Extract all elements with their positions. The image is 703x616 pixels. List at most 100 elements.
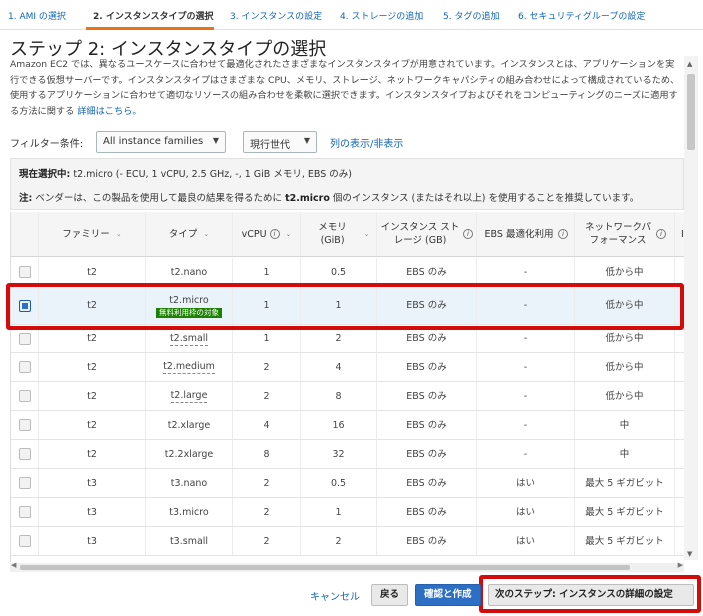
instance-family-value: All instance families [103, 136, 204, 147]
scroll-left-arrow-icon[interactable]: ◀ [11, 561, 16, 569]
generation-select[interactable]: 現行世代 ▼ [243, 131, 317, 153]
cell-type: t2.micro 無料利用枠の対象 [146, 287, 233, 324]
row-checkbox[interactable] [18, 361, 31, 373]
cancel-button[interactable]: キャンセル [310, 588, 360, 603]
instance-type-name: t2.nano [170, 266, 208, 278]
info-icon[interactable]: i [656, 229, 666, 239]
cell-ebs: - [477, 382, 575, 410]
cell-ebs: - [477, 440, 575, 468]
cell-vcpu: 2 [233, 353, 301, 381]
cell-vcpu: 1 [233, 287, 301, 324]
row-select-cell [11, 498, 39, 526]
cell-network: 低から中 [575, 353, 675, 381]
cell-extra [675, 382, 684, 410]
chevron-down-icon: ▼ [303, 136, 310, 145]
horizontal-scroll-thumb[interactable] [20, 565, 630, 570]
show-hide-columns-link[interactable]: 列の表示/非表示 [330, 135, 403, 150]
cell-type: t3.nano [146, 469, 233, 497]
cell-memory: 1 [301, 498, 377, 526]
header-extra-column[interactable]: I [675, 212, 684, 256]
sort-icon: ⌄ [363, 229, 370, 238]
instance-type-name: t3.micro [169, 506, 209, 518]
free-tier-badge: 無料利用枠の対象 [156, 307, 222, 318]
row-checkbox[interactable] [18, 535, 31, 547]
info-icon[interactable]: i [269, 229, 280, 239]
wizard-step-tags[interactable]: 5. タグの追加 [443, 9, 499, 22]
cell-network: 最大 5 ギガビット [575, 469, 675, 497]
table-row[interactable]: t2 t2.xlarge 4 16 EBS のみ - 中 [11, 411, 684, 440]
learn-more-link[interactable]: 詳細はこちら。 [77, 106, 141, 117]
instance-type-name: t2.xlarge [167, 419, 211, 431]
wizard-step-ami[interactable]: 1. AMI の選択 [8, 9, 66, 22]
row-checkbox[interactable] [18, 448, 31, 460]
table-row[interactable]: t2 t2.large 2 8 EBS のみ - 低から中 [11, 382, 684, 411]
header-instance-storage[interactable]: インスタンス ストレージ (GB) i [377, 212, 477, 256]
instance-type-name: t2.micro [169, 294, 209, 306]
review-and-launch-button[interactable]: 確認と作成 [415, 584, 481, 606]
cell-vcpu: 1 [233, 325, 301, 352]
header-network-performance[interactable]: ネットワークパフォーマンス i [575, 212, 675, 256]
wizard-step-storage[interactable]: 4. ストレージの追加 [340, 9, 423, 22]
cell-family: t2 [39, 287, 146, 324]
cell-family: t2 [39, 382, 146, 410]
table-row[interactable]: t2 t2.medium 2 4 EBS のみ - 低から中 [11, 353, 684, 382]
next-step-button[interactable]: 次のステップ: インスタンスの詳細の設定 [488, 584, 694, 606]
table-row[interactable]: t2 t2.2xlarge 8 32 EBS のみ - 中 [11, 440, 684, 469]
cell-network: 低から中 [575, 287, 675, 324]
header-network-label: ネットワークパフォーマンス [584, 222, 652, 246]
header-type[interactable]: タイプ ⌄ [146, 212, 233, 256]
row-select-cell [11, 440, 39, 468]
row-checkbox[interactable] [18, 266, 31, 278]
current-selection-label: 現在選択中: [19, 169, 71, 180]
header-ebs-label: EBS 最適化利用 [484, 228, 554, 240]
instance-type-table: ファミリー ⌄ タイプ ⌄ vCPU i ⌄ メモリ (GiB) ⌄ インスタン… [10, 212, 684, 562]
cell-storage: EBS のみ [377, 498, 477, 526]
cell-family: t2 [39, 325, 146, 352]
cell-memory: 32 [301, 440, 377, 468]
cell-storage: EBS のみ [377, 411, 477, 439]
note-label: 注: [19, 193, 33, 204]
wizard-step-instance-config[interactable]: 3. インスタンスの設定 [230, 9, 322, 22]
header-memory-label: メモリ (GiB) [318, 222, 347, 246]
cell-memory: 0.5 [301, 258, 377, 286]
header-memory[interactable]: メモリ (GiB) ⌄ [301, 212, 377, 256]
back-button[interactable]: 戻る [371, 584, 409, 606]
vertical-scroll-thumb[interactable] [687, 74, 695, 150]
current-selection: 現在選択中: t2.micro (- ECU, 1 vCPU, 2.5 GHz,… [19, 166, 352, 180]
table-row[interactable]: t3 t3.micro 2 1 EBS のみ はい 最大 5 ギガビット [11, 498, 684, 527]
cell-network: 低から中 [575, 258, 675, 286]
instance-family-select[interactable]: All instance families ▼ [96, 131, 226, 153]
header-vcpu[interactable]: vCPU i ⌄ [233, 212, 301, 256]
row-checkbox[interactable] [18, 390, 31, 402]
row-checkbox[interactable] [18, 506, 31, 518]
info-icon[interactable]: i [558, 229, 568, 239]
table-row[interactable]: t2 t2.small 1 2 EBS のみ - 低から中 [11, 325, 684, 353]
cell-ebs: はい [477, 527, 575, 555]
table-row[interactable]: t3 t3.nano 2 0.5 EBS のみ はい 最大 5 ギガビット [11, 469, 684, 498]
cell-memory: 4 [301, 353, 377, 381]
row-select-cell [11, 411, 39, 439]
scroll-right-arrow-icon[interactable]: ▶ [678, 561, 683, 569]
cell-vcpu: 2 [233, 498, 301, 526]
table-row[interactable]: t3 t3.small 2 2 EBS のみ はい 最大 5 ギガビット [11, 527, 684, 556]
wizard-footer: キャンセル 戻る 確認と作成 次のステップ: インスタンスの詳細の設定 [0, 576, 703, 616]
cell-vcpu: 2 [233, 382, 301, 410]
header-ebs-optimized[interactable]: EBS 最適化利用 i [477, 212, 575, 256]
wizard-step-instance-type[interactable]: 2. インスタンスタイプの選択 [93, 9, 213, 22]
row-checkbox[interactable] [18, 299, 31, 312]
row-checkbox[interactable] [18, 332, 31, 345]
scroll-down-arrow-icon[interactable]: ▼ [687, 550, 692, 558]
info-icon[interactable]: i [463, 229, 473, 239]
cell-family: t3 [39, 469, 146, 497]
horizontal-scrollbar[interactable]: ◀ ▶ [10, 561, 684, 572]
table-row[interactable]: t2 t2.micro 無料利用枠の対象 1 1 EBS のみ - 低から中 [11, 287, 684, 325]
vertical-scrollbar[interactable]: ▲ ▼ [684, 56, 698, 560]
table-row[interactable]: t2 t2.nano 1 0.5 EBS のみ - 低から中 [11, 258, 684, 287]
cell-storage: EBS のみ [377, 469, 477, 497]
row-checkbox[interactable] [18, 477, 31, 489]
row-checkbox[interactable] [18, 419, 31, 431]
scroll-up-arrow-icon[interactable]: ▲ [687, 60, 692, 68]
header-family[interactable]: ファミリー ⌄ [39, 212, 146, 256]
wizard-step-security-group[interactable]: 6. セキュリティグループの設定 [518, 9, 645, 22]
cell-ebs: - [477, 258, 575, 286]
